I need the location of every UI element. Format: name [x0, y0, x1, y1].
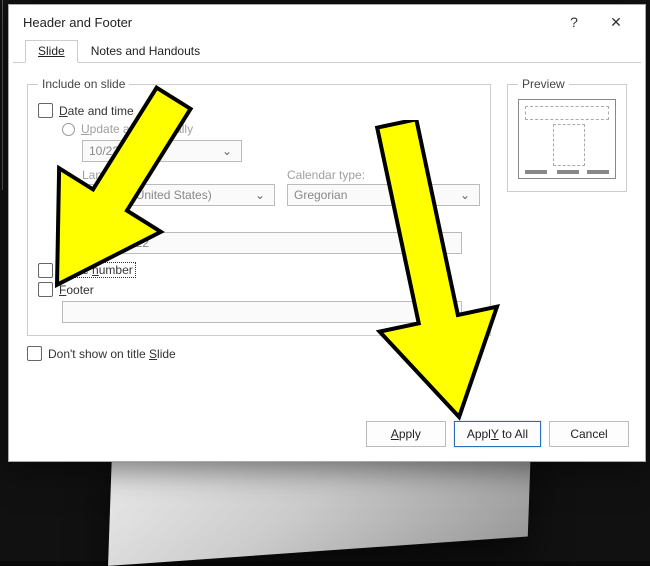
dialog-buttons: Apply ApplY to All Cancel [9, 411, 645, 461]
footer-checkbox[interactable] [38, 282, 53, 297]
language-label: Language: [82, 168, 275, 182]
preview-body-placeholder [553, 124, 585, 166]
right-column: Preview [507, 77, 627, 405]
fixed-date-input[interactable]: 10/22/2022 [82, 232, 462, 254]
preview-group: Preview [507, 77, 627, 192]
chevron-down-icon: ⌄ [252, 188, 268, 202]
calendar-label: Calendar type: [287, 168, 480, 182]
update-auto-row: Update automatically [62, 122, 480, 136]
date-time-checkbox[interactable] [38, 103, 53, 118]
language-combo[interactable]: English (United States) ⌄ [82, 184, 275, 206]
chevron-down-icon: ⌄ [219, 144, 235, 158]
auto-date-value: 10/22/2022 [89, 144, 149, 158]
preview-title-placeholder [525, 106, 609, 120]
fixed-field-wrap: 10/22/2022 [82, 232, 480, 254]
preview-legend: Preview [518, 77, 569, 91]
apply-button[interactable]: Apply [366, 421, 446, 447]
fixed-radio[interactable] [62, 215, 75, 228]
dialog-content: Include on slide Date and time Update au… [9, 63, 645, 411]
dont-show-row: Don't show on title Slide [27, 346, 491, 361]
close-button[interactable]: ✕ [595, 7, 637, 37]
preview-footer-right [587, 170, 609, 174]
footer-label: Footer [59, 283, 94, 297]
dialog-title: Header and Footer [23, 15, 553, 30]
help-icon: ? [570, 14, 578, 30]
include-on-slide-group: Include on slide Date and time Update au… [27, 77, 491, 336]
header-footer-dialog: Header and Footer ? ✕ Slide Notes and Ha… [8, 4, 646, 462]
footer-row: Footer [38, 282, 480, 297]
dont-show-label: Don't show on title Slide [48, 347, 176, 361]
date-time-label: Date and time [59, 104, 134, 118]
fixed-date-value: 10/22/2022 [89, 236, 149, 250]
chevron-down-icon: ⌄ [457, 188, 473, 202]
date-time-row: Date and time [38, 103, 480, 118]
fixed-row: Fixed [62, 214, 480, 228]
cancel-button[interactable]: Cancel [549, 421, 629, 447]
calendar-combo[interactable]: Gregorian ⌄ [287, 184, 480, 206]
preview-footer-left [525, 170, 547, 174]
language-value: English (United States) [89, 188, 212, 202]
left-column: Include on slide Date and time Update au… [27, 77, 491, 405]
tab-strip: Slide Notes and Handouts [13, 39, 641, 63]
tab-notes-label: Notes and Handouts [91, 44, 200, 58]
apply-to-all-label: ApplY to All [467, 427, 528, 441]
dont-show-checkbox[interactable] [27, 346, 42, 361]
footer-field-wrap [62, 301, 480, 323]
close-icon: ✕ [610, 14, 622, 31]
preview-thumbnail [518, 99, 616, 179]
tab-slide-label: Slide [38, 44, 65, 58]
update-auto-label: Update automatically [81, 122, 193, 136]
preview-footer-center [557, 170, 579, 174]
auto-date-field: 10/22/2022 ⌄ [82, 140, 242, 162]
slide-number-label: Slide number [59, 262, 136, 278]
footer-input[interactable] [62, 301, 462, 323]
tab-notes-handouts[interactable]: Notes and Handouts [78, 40, 213, 63]
slide-number-checkbox[interactable] [38, 263, 53, 278]
title-bar: Header and Footer ? ✕ [9, 5, 645, 39]
auto-date-combo[interactable]: 10/22/2022 ⌄ [82, 140, 242, 162]
slide-number-row: Slide number [38, 262, 480, 278]
help-button[interactable]: ? [553, 7, 595, 37]
apply-label: Apply [391, 427, 421, 441]
tab-slide[interactable]: Slide [25, 40, 78, 63]
side-bar-sliver [0, 0, 3, 190]
cancel-label: Cancel [570, 427, 607, 441]
include-legend: Include on slide [38, 77, 129, 91]
lang-cal-row: Language: English (United States) ⌄ Cale… [82, 162, 480, 206]
apply-to-all-button[interactable]: ApplY to All [454, 421, 541, 447]
fixed-label: Fixed [81, 214, 110, 228]
calendar-value: Gregorian [294, 188, 347, 202]
update-auto-radio[interactable] [62, 123, 75, 136]
